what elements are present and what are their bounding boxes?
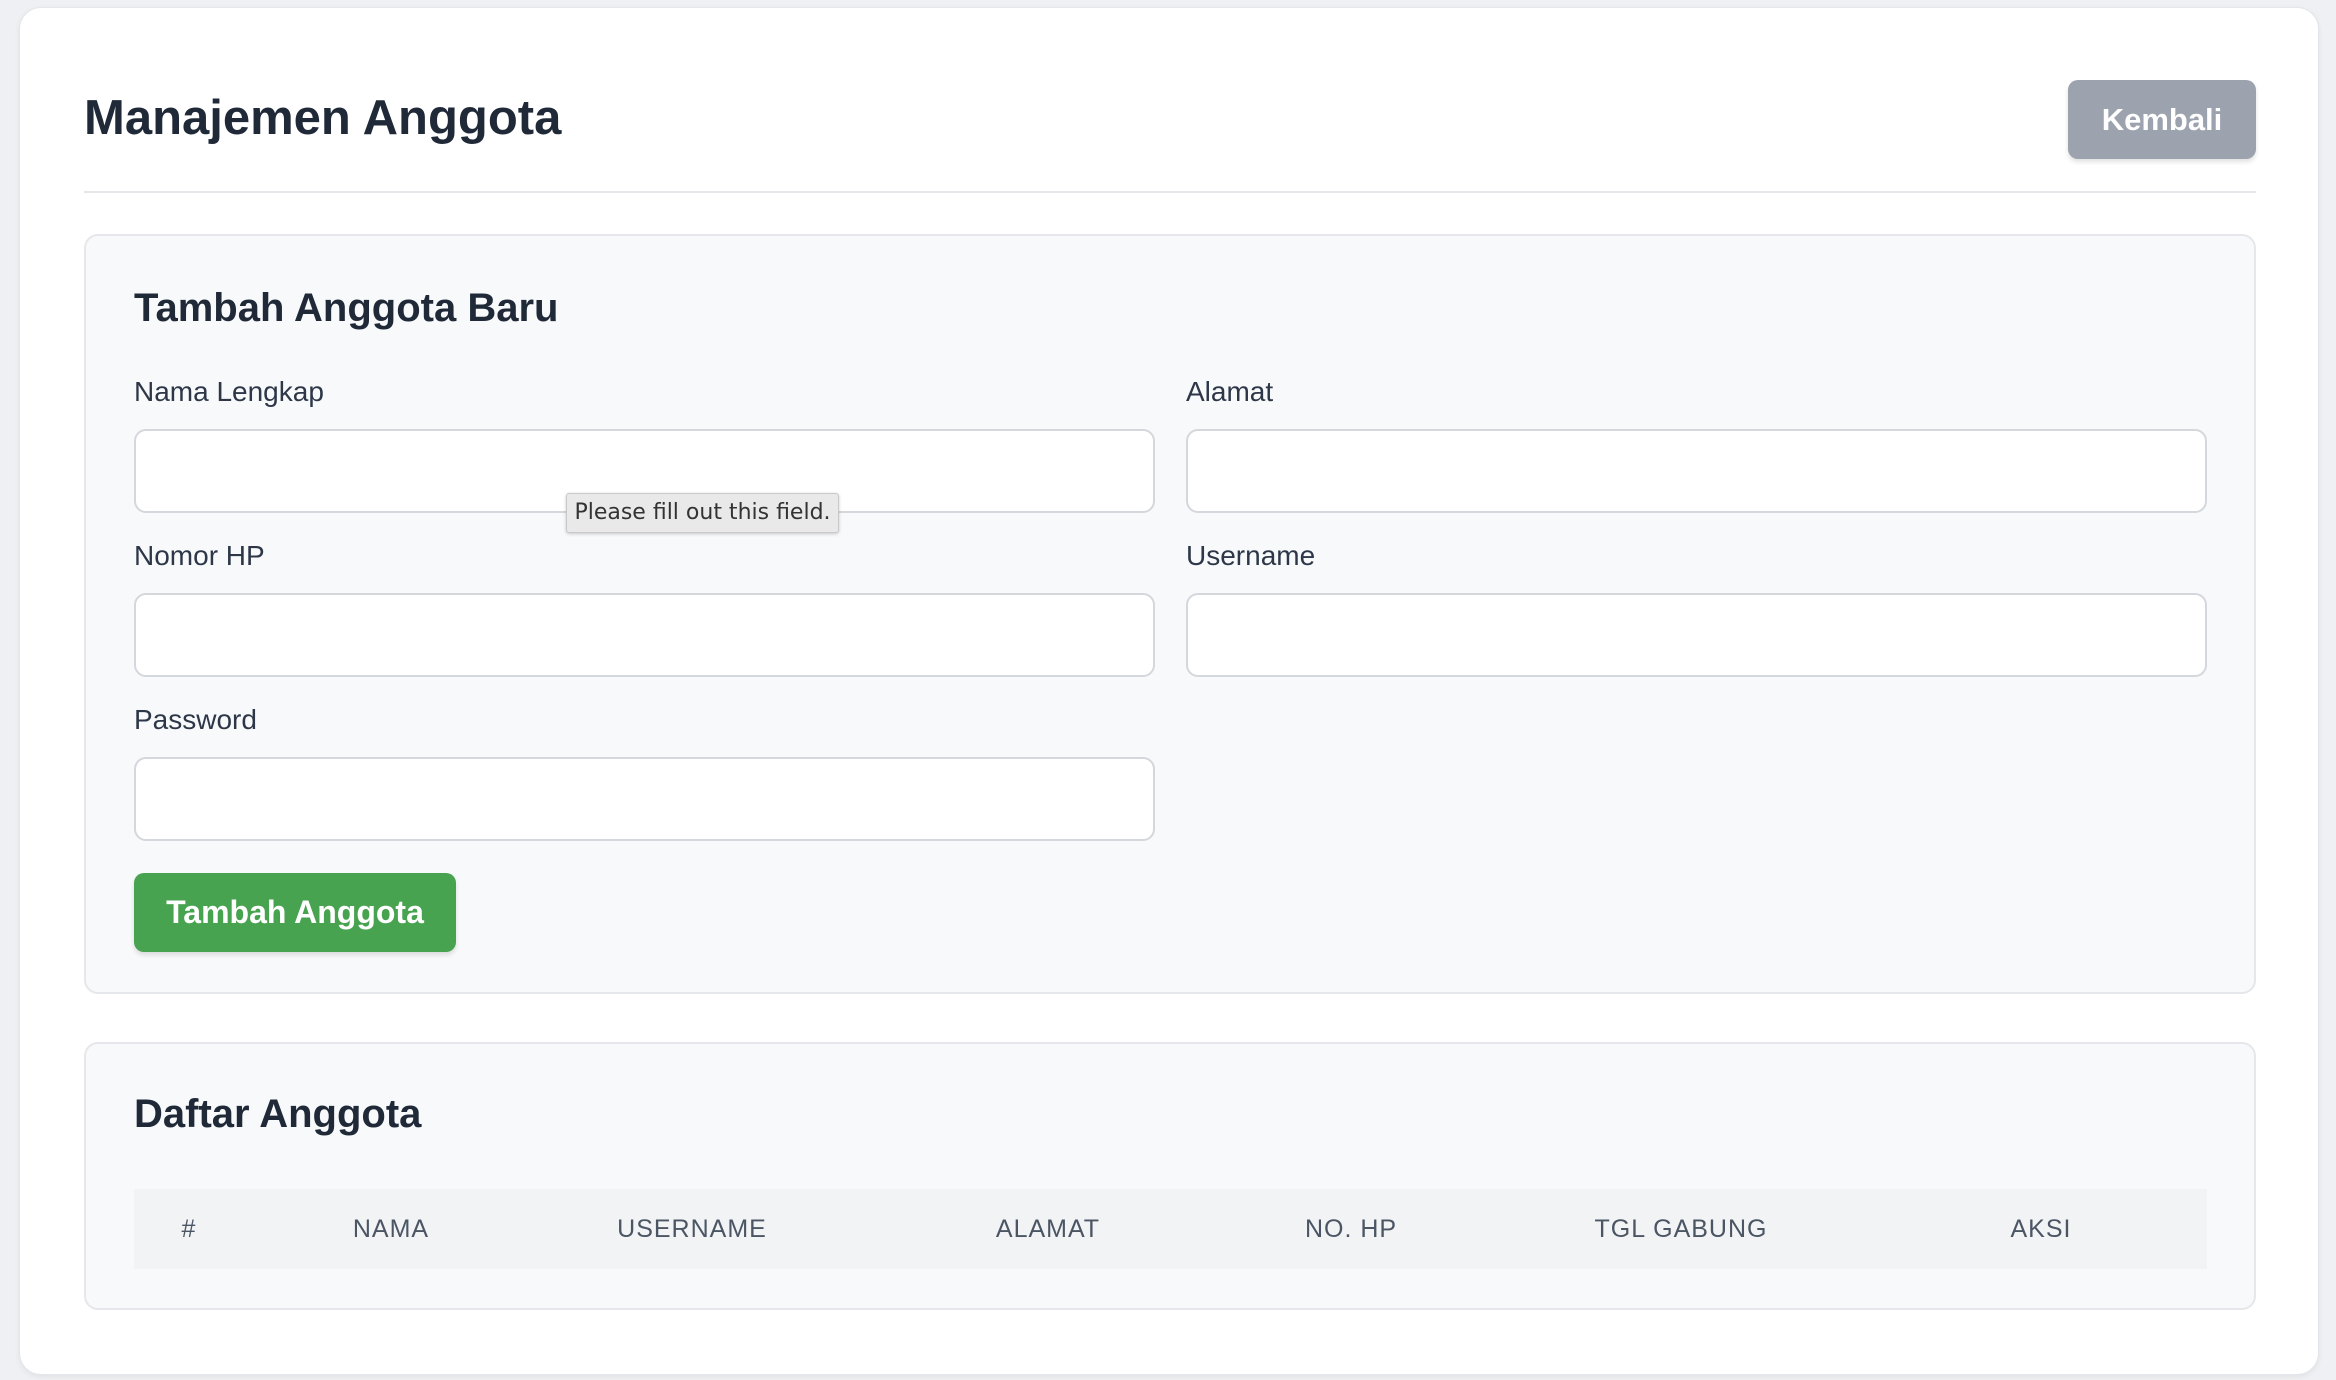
- username-input[interactable]: [1186, 593, 2207, 677]
- password-label: Password: [134, 704, 257, 735]
- alamat-input[interactable]: [1186, 429, 2207, 513]
- column-header-aksi: Aksi: [2010, 1215, 2072, 1243]
- member-list-panel: Daftar Anggota # Nama Username Alamat No…: [84, 1042, 2256, 1310]
- page-header: Manajemen Anggota Kembali: [84, 72, 2256, 193]
- column-header-no-hp: No. HP: [1304, 1215, 1398, 1243]
- page-title: Manajemen Anggota: [84, 91, 562, 145]
- add-member-button[interactable]: Tambah Anggota: [134, 873, 456, 952]
- page-card: Manajemen Anggota Kembali Tambah Anggota…: [19, 7, 2319, 1375]
- back-button[interactable]: Kembali: [2068, 80, 2256, 159]
- add-member-title: Tambah Anggota Baru: [134, 286, 559, 330]
- column-header-alamat: Alamat: [995, 1215, 1101, 1243]
- column-header-username: Username: [617, 1215, 767, 1243]
- nomor-hp-label: Nomor HP: [134, 540, 265, 571]
- alamat-label: Alamat: [1186, 376, 1274, 407]
- nomor-hp-input[interactable]: [134, 593, 1155, 677]
- password-input[interactable]: [134, 757, 1155, 841]
- validation-tooltip: Please fill out this field.: [566, 493, 839, 533]
- username-label: Username: [1186, 540, 1316, 571]
- member-list-title: Daftar Anggota: [134, 1092, 422, 1136]
- nama-lengkap-label: Nama Lengkap: [134, 376, 324, 407]
- table-header: # Nama Username Alamat No. HP Tgl Gabung…: [134, 1189, 2207, 1269]
- column-header-tgl-gabung: Tgl Gabung: [1594, 1215, 1768, 1243]
- column-header-number: #: [181, 1215, 197, 1243]
- add-member-panel: Tambah Anggota Baru Nama Lengkap Alamat …: [84, 234, 2256, 994]
- column-header-nama: Nama: [352, 1215, 430, 1243]
